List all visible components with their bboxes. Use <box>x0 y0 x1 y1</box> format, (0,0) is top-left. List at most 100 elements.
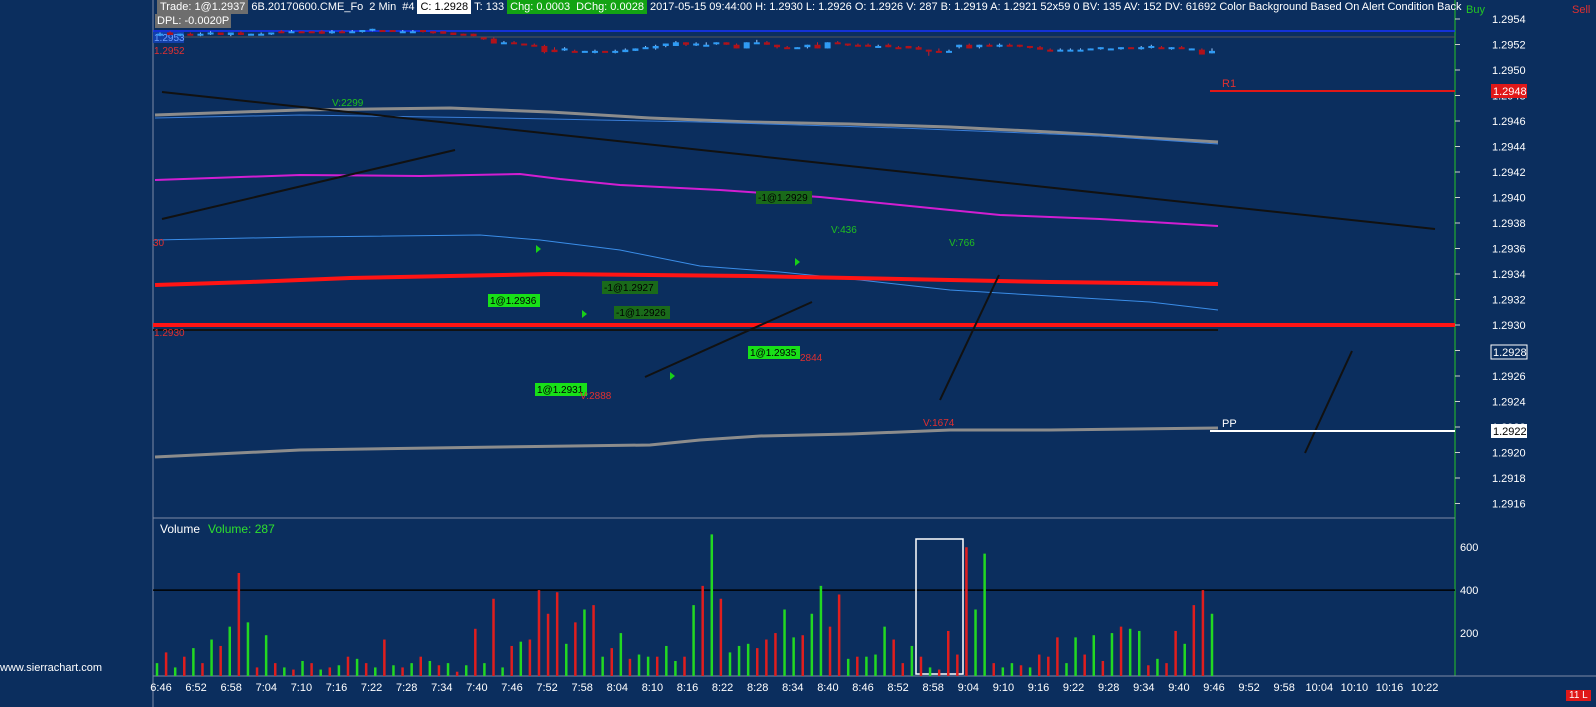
candle-body <box>794 47 801 50</box>
candle-body <box>875 45 882 48</box>
candle-body <box>935 50 942 53</box>
price-tick-label: 1.2920 <box>1492 448 1526 460</box>
candle-body <box>753 42 760 45</box>
time-tick-label: 7:22 <box>361 682 382 694</box>
volume-note-green: V:436 <box>831 225 857 236</box>
r1-label: R1 <box>1222 78 1236 90</box>
candle-body <box>1097 47 1104 50</box>
price-tick-label: 1.2930 <box>1492 320 1526 332</box>
price-tick-label: 1.2950 <box>1492 65 1526 77</box>
close-tag: C: 1.2928 <box>417 0 472 14</box>
candle-body <box>1178 47 1185 50</box>
candle-body <box>167 32 174 35</box>
candle-body <box>389 30 396 33</box>
fill-tag-sell-text: -1@1.2926 <box>616 308 666 319</box>
candle-body <box>328 31 335 34</box>
time-tick-label: 9:28 <box>1098 682 1119 694</box>
candle-body <box>399 31 406 34</box>
candle-body <box>602 50 609 53</box>
time-tick-label: 9:52 <box>1238 682 1259 694</box>
time-tick-label: 9:46 <box>1203 682 1224 694</box>
time-tick-label: 10:22 <box>1411 682 1439 694</box>
time-tick-label: 9:10 <box>993 682 1014 694</box>
candle-body <box>511 42 518 45</box>
volume-panel <box>153 518 1455 676</box>
candle-body <box>804 44 811 48</box>
time-tick-label: 9:16 <box>1028 682 1049 694</box>
time-tick-label: 10:16 <box>1376 682 1404 694</box>
time-tick-label: 8:58 <box>922 682 943 694</box>
fill-tag-buy-text: 1@1.2936 <box>490 296 537 307</box>
price-tick-label: 1.2926 <box>1492 371 1526 383</box>
time-tick-label: 9:04 <box>958 682 979 694</box>
candle-body <box>1047 49 1054 52</box>
candle-body <box>713 42 720 45</box>
price-tick-label: 1.2938 <box>1492 218 1526 230</box>
candle-body <box>946 50 952 53</box>
candle-body <box>693 43 700 46</box>
candle-body <box>571 50 578 53</box>
candle-body <box>420 30 426 33</box>
candle-body <box>622 49 629 53</box>
volume-value: Volume: 287 <box>208 522 275 536</box>
left-price-tag-mid: 1.2930 <box>154 328 185 339</box>
time-tick-label: 9:58 <box>1273 682 1294 694</box>
time-tick-label: 9:40 <box>1168 682 1189 694</box>
time-tick-label: 8:10 <box>642 682 663 694</box>
candle-body <box>1016 44 1023 47</box>
candle-body <box>1087 48 1094 51</box>
time-tick-label: 7:16 <box>326 682 347 694</box>
volume-note-red-partial: 2844 <box>800 353 823 364</box>
buy-button[interactable]: Buy <box>1466 4 1485 16</box>
candle-body <box>1006 44 1013 47</box>
candle-body <box>1107 48 1114 51</box>
fill-tag-buy-text: 1@1.2935 <box>750 348 797 359</box>
chart-canvas[interactable]: 1.2954 1.2952 1.2950 1.2948 1.2946 1.2944 1.29… <box>0 0 1596 707</box>
price-tick-label: 1.2916 <box>1492 499 1526 511</box>
candle-body <box>591 50 598 53</box>
site-label: www.sierrachart.com <box>0 662 103 674</box>
price-tick-label: 1.2942 <box>1492 167 1526 179</box>
candle-body <box>763 42 770 45</box>
candle-body <box>440 31 447 34</box>
candle-body <box>187 33 194 36</box>
fill-tag-sell-text: -1@1.2929 <box>758 193 808 204</box>
candle-body <box>1188 48 1195 51</box>
candle-body <box>298 31 305 34</box>
change-tag: Chg: 0.0003 <box>507 0 574 14</box>
candle-body <box>814 44 821 49</box>
candle-body <box>480 37 487 40</box>
candle-body <box>318 31 325 34</box>
candle-body <box>460 33 467 36</box>
interval-label[interactable]: 2 Min <box>366 0 399 14</box>
time-tick-label: 7:40 <box>466 682 487 694</box>
time-tick-label: 7:58 <box>571 682 592 694</box>
volume-title-label: Volume <box>160 522 201 536</box>
time-tick-label: 8:16 <box>677 682 698 694</box>
pp-price-text: 1.2922 <box>1493 426 1527 438</box>
candle-body <box>500 42 507 45</box>
volume-note-green: V:2299 <box>332 98 364 109</box>
price-tick-label: 1.2924 <box>1492 397 1526 409</box>
time-tick-label: 7:10 <box>291 682 312 694</box>
candle-body <box>733 44 740 49</box>
candle-body <box>632 48 639 51</box>
candle-body <box>278 31 285 34</box>
candle-body <box>369 28 376 31</box>
left-price-tag-small: 30 <box>153 238 165 249</box>
sell-button[interactable]: Sell <box>1572 4 1590 16</box>
symbol-label[interactable]: 6B.20170600.CME_Fo <box>248 0 366 14</box>
candle-body <box>824 42 831 49</box>
last-price-text: 1.2928 <box>1493 347 1527 359</box>
candle-body <box>339 31 346 34</box>
time-tick-label: 6:52 <box>185 682 206 694</box>
daily-change-tag: DChg: 0.0028 <box>573 0 647 14</box>
time-tick-label: 7:46 <box>501 682 522 694</box>
candle-body <box>865 44 872 47</box>
candle-body <box>743 42 750 49</box>
price-tick-label: 1.2936 <box>1492 244 1526 256</box>
price-tick-label: 1.2952 <box>1492 40 1526 52</box>
volume-note-red: V:1674 <box>923 418 955 429</box>
candle-body <box>966 44 973 49</box>
candle-body <box>237 32 244 35</box>
